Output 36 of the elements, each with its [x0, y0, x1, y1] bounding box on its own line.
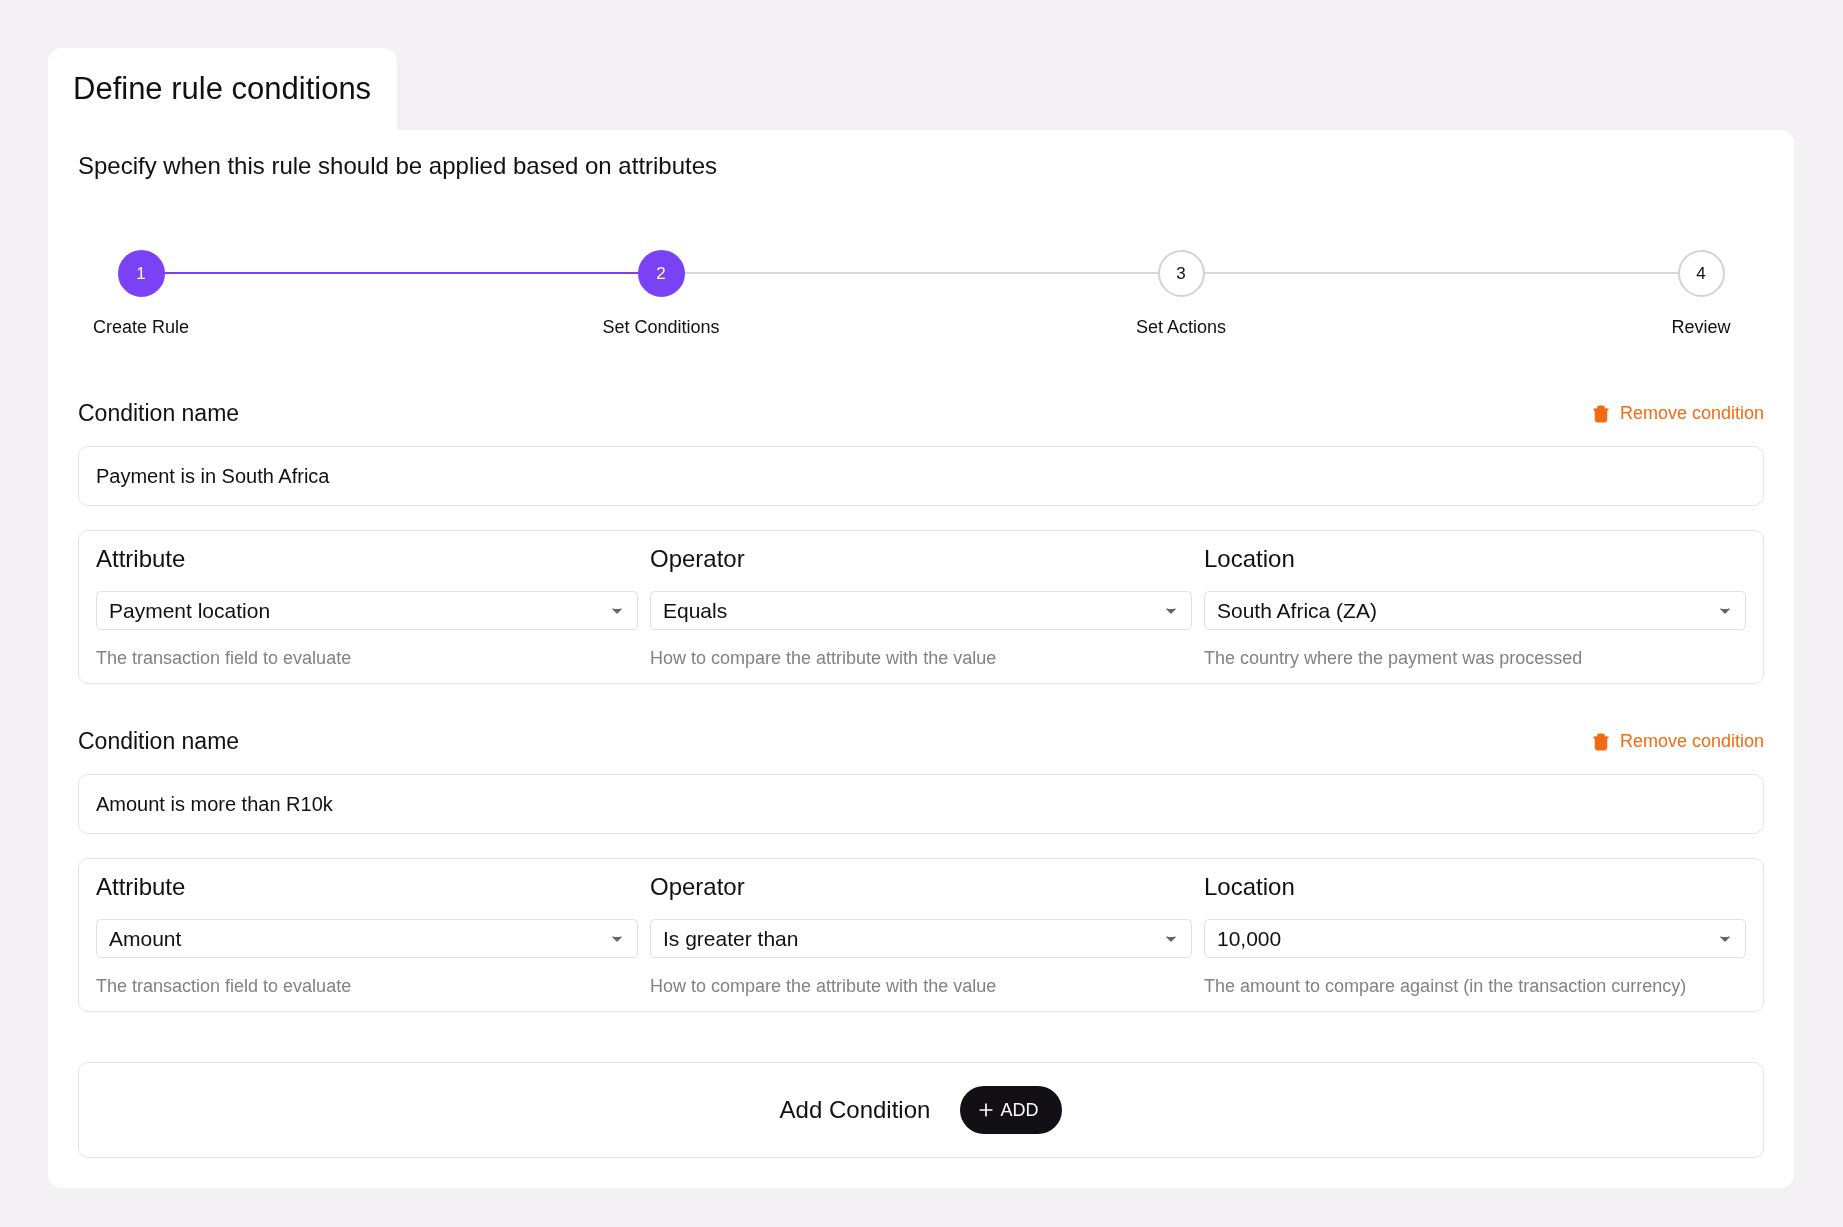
field-label: Operator — [650, 873, 746, 901]
add-condition-label: Add Condition — [779, 1096, 931, 1124]
field-hint: The amount to compare against (in the transaction currency) — [1204, 976, 1688, 997]
step-circle: 3 — [1157, 250, 1205, 297]
field-label: Operator — [650, 545, 746, 573]
step-label: Set Actions — [1135, 317, 1227, 338]
condition-name-input[interactable]: Amount is more than R10k — [78, 774, 1764, 834]
dropdown-select[interactable]: Amount — [96, 919, 638, 958]
dropdown-select[interactable]: 10,000 — [1204, 919, 1746, 958]
trash-icon — [1591, 732, 1610, 751]
condition-name-label: Condition name — [78, 400, 240, 427]
condition-name-input[interactable]: Payment is in South Africa — [78, 446, 1764, 506]
dropdown-select[interactable]: South Africa (ZA) — [1204, 591, 1746, 630]
step-label: Set Conditions — [602, 317, 720, 338]
page-title: Define rule conditions — [73, 71, 372, 107]
step-circle: 4 — [1677, 250, 1725, 297]
step-circle: 1 — [117, 250, 165, 297]
field-label: Attribute — [96, 873, 187, 901]
field-label: Location — [1204, 545, 1296, 573]
add-button[interactable]: ADD — [960, 1086, 1063, 1134]
trash-icon — [1591, 404, 1610, 423]
dropdown-select[interactable]: Equals — [650, 591, 1192, 630]
field-hint: How to compare the attribute with the value — [650, 648, 998, 669]
page-subtitle: Specify when this rule should be applied based on attributes — [78, 152, 719, 180]
field-label: Attribute — [96, 545, 187, 573]
field-hint: How to compare the attribute with the value — [650, 976, 998, 997]
step-label: Review — [1671, 317, 1731, 338]
step-circle: 2 — [637, 250, 685, 297]
dropdown-select[interactable]: Is greater than — [650, 919, 1192, 958]
field-hint: The country where the payment was processed — [1204, 648, 1584, 669]
condition-name-label: Condition name — [78, 728, 240, 755]
dropdown-select[interactable]: Payment location — [96, 591, 638, 630]
field-hint: The transaction field to evaluate — [96, 648, 353, 669]
field-hint: The transaction field to evaluate — [96, 976, 353, 997]
step-label: Create Rule — [92, 317, 189, 338]
field-label: Location — [1204, 873, 1296, 901]
